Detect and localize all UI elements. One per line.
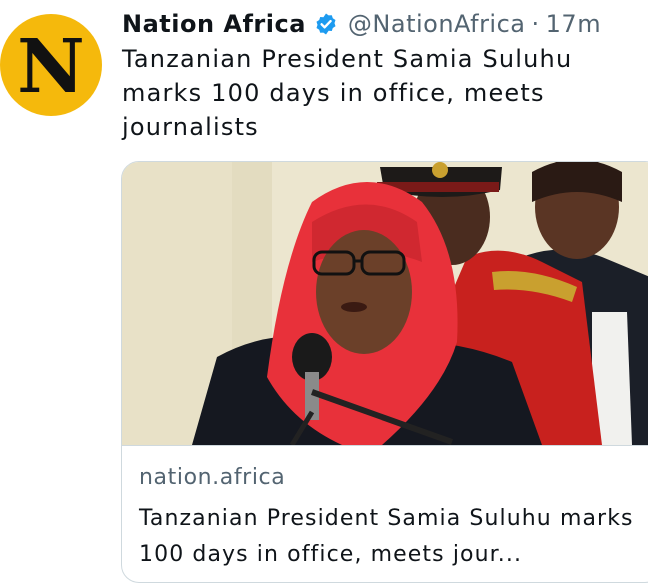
account-handle[interactable]: @NationAfrica	[348, 10, 526, 38]
card-domain[interactable]: nation.africa	[139, 465, 285, 490]
verified-badge-icon	[314, 12, 338, 36]
timestamp[interactable]: 17m	[546, 10, 601, 38]
account-name[interactable]: Nation Africa	[122, 10, 306, 38]
avatar[interactable]: N	[0, 14, 102, 116]
card-title[interactable]: Tanzanian President Samia Suluhu marks 1…	[139, 501, 639, 573]
card-image[interactable]	[122, 162, 648, 446]
separator-dot: ·	[531, 10, 540, 38]
tweet-header: Nation Africa @NationAfrica · 17m	[122, 6, 601, 42]
tweet-text: Tanzanian President Samia Suluhu marks 1…	[122, 45, 573, 141]
link-card[interactable]: nation.africa Tanzanian President Samia …	[121, 161, 648, 583]
avatar-letter: N	[17, 24, 85, 110]
